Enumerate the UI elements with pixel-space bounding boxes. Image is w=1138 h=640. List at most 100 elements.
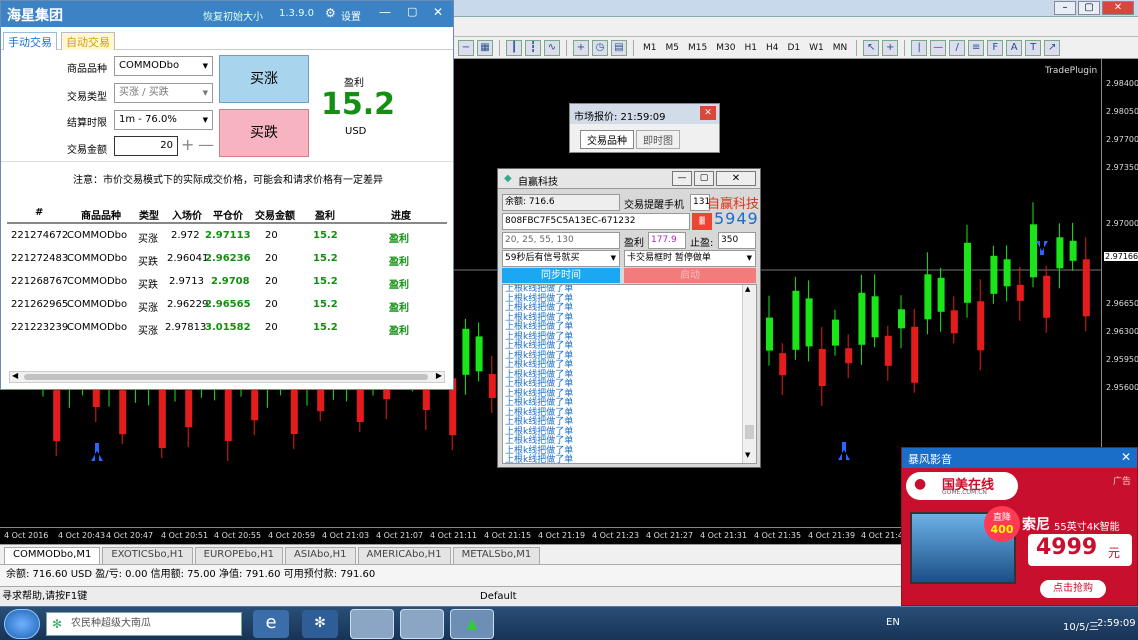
chart-tab-exoticsbo[interactable]: EXOTICSbo,H1 bbox=[102, 547, 193, 564]
timeframe-h4[interactable]: H4 bbox=[763, 43, 782, 53]
stop-profit-input[interactable]: 350 bbox=[718, 232, 756, 249]
buy-now-button[interactable]: 点击抢购 bbox=[1040, 580, 1106, 598]
timeframe-d1[interactable]: D1 bbox=[784, 43, 803, 53]
scroll-left-icon[interactable]: ◀ bbox=[12, 371, 18, 380]
buy-down-button[interactable]: 买跌 bbox=[219, 109, 309, 157]
time-label: 4 Oct 20:55 bbox=[214, 531, 262, 540]
chart-tab-commodbo[interactable]: COMMODbo,M1 bbox=[4, 547, 101, 564]
scrollbar-thumb[interactable] bbox=[24, 374, 428, 380]
tile-windows-icon[interactable]: ▦ bbox=[477, 39, 493, 56]
close-icon[interactable]: ✕ bbox=[1121, 450, 1131, 464]
discount-label: 直降 bbox=[992, 513, 1011, 523]
zoom-out-icon[interactable]: − bbox=[458, 39, 474, 56]
ad-popup[interactable]: 暴风影音 ✕ 广告 国美在线 GOME.COM.CN ● 直降 400 索尼 5… bbox=[901, 447, 1138, 606]
tool-tabs: 手动交易 自动交易 bbox=[1, 30, 453, 50]
text-icon[interactable]: A bbox=[1006, 39, 1023, 56]
minimize-icon[interactable]: — bbox=[379, 5, 391, 19]
settings-link[interactable]: 设置 bbox=[341, 8, 361, 23]
close-icon[interactable]: ✕ bbox=[433, 5, 443, 19]
tab-tick-chart[interactable]: 即时图 bbox=[636, 130, 680, 149]
horizontal-scrollbar[interactable]: ◀ ▶ bbox=[9, 371, 445, 383]
templates-icon[interactable]: ▤ bbox=[611, 39, 627, 56]
trade-type-select[interactable]: 买涨 / 买跌 ▼ bbox=[114, 83, 213, 103]
candle-body bbox=[990, 255, 998, 294]
table-row[interactable]: 221223239 COMMODbo 买涨 2.97813 3.01582 20… bbox=[7, 316, 447, 339]
timeframe-mn[interactable]: MN bbox=[830, 43, 851, 53]
timeframe-m1[interactable]: M1 bbox=[640, 43, 660, 53]
mt4-taskbar-icon[interactable]: ▲ bbox=[450, 609, 494, 639]
tab-symbols[interactable]: 交易品种 bbox=[580, 130, 634, 149]
close-icon[interactable]: ✕ bbox=[1102, 1, 1134, 15]
close-icon[interactable]: ✕ bbox=[700, 106, 716, 120]
arrows-icon[interactable]: ↗ bbox=[1044, 39, 1061, 56]
license-key-field[interactable]: 808FBC7F5C5A13EC-671232 bbox=[502, 213, 690, 230]
restore-size-link[interactable]: 恢复初始大小 bbox=[203, 8, 263, 23]
minimize-icon[interactable]: – bbox=[1054, 1, 1076, 15]
indicators-icon[interactable]: + bbox=[573, 39, 589, 56]
horizontal-line-icon[interactable]: — bbox=[930, 39, 947, 56]
tab-manual-trade[interactable]: 手动交易 bbox=[3, 32, 57, 50]
chart-tab-americabo[interactable]: AMERICAbo,H1 bbox=[357, 547, 451, 564]
crosshair-icon[interactable]: + bbox=[882, 39, 899, 56]
table-row[interactable]: 221268767 COMMODbo 买跌 2.9713 2.9708 20 1… bbox=[7, 270, 447, 293]
log-scrollbar[interactable]: ▲ ▼ bbox=[742, 285, 756, 463]
amount-input[interactable]: 20 bbox=[114, 136, 178, 156]
cursor-icon[interactable]: ↖ bbox=[863, 39, 880, 56]
baidu-icon[interactable]: ✻ bbox=[302, 610, 338, 638]
pause-select[interactable]: 卡交易框时 暂停做单 ▼ bbox=[624, 250, 756, 267]
timeframe-m30[interactable]: M30 bbox=[713, 43, 738, 53]
maximize-icon[interactable]: ▢ bbox=[1078, 1, 1100, 15]
fibonacci-icon[interactable]: F bbox=[987, 39, 1004, 56]
order-profit: 15.2 bbox=[313, 253, 338, 264]
chart-tab-asiabo[interactable]: ASIAbo,H1 bbox=[285, 547, 356, 564]
app-icon[interactable] bbox=[400, 609, 444, 639]
chart-tab-europebo[interactable]: EUROPEbo,H1 bbox=[194, 547, 283, 564]
expiry-select[interactable]: 1m - 76.0% ▼ bbox=[114, 110, 213, 130]
minus-icon[interactable]: — bbox=[198, 135, 214, 154]
vertical-line-icon[interactable]: | bbox=[911, 39, 928, 56]
start-button[interactable] bbox=[4, 609, 40, 639]
order-id: 221274672 bbox=[11, 230, 69, 241]
trendline-icon[interactable]: / bbox=[949, 39, 966, 56]
numbers-field[interactable]: 20, 25, 55, 130 bbox=[502, 232, 620, 249]
tab-auto-trade[interactable]: 自动交易 bbox=[61, 32, 115, 50]
timeframe-m5[interactable]: M5 bbox=[663, 43, 683, 53]
robot-log[interactable]: 上根k线把做了单 上根k线把做了单 上根k线把做了单 上根k线把做了单 上根k线把做了单… bbox=[502, 284, 757, 464]
buy-up-button[interactable]: 买涨 bbox=[219, 55, 309, 103]
minimize-icon[interactable]: — bbox=[672, 171, 692, 186]
log-scrollbar-thumb[interactable] bbox=[745, 425, 754, 439]
timeframe-h1[interactable]: H1 bbox=[741, 43, 760, 53]
trade-type-label: 交易类型 bbox=[67, 92, 107, 103]
scroll-up-icon[interactable]: ▲ bbox=[745, 285, 750, 293]
label-icon[interactable]: T bbox=[1025, 39, 1042, 56]
candle-chart-icon[interactable]: ┇ bbox=[525, 39, 541, 56]
line-chart-icon[interactable]: ∿ bbox=[544, 39, 560, 56]
sync-time-button[interactable]: 同步时间 bbox=[502, 268, 620, 283]
app-icon[interactable] bbox=[350, 609, 394, 639]
search-box[interactable]: 农民种超级大南瓜 bbox=[46, 612, 242, 636]
periods-icon[interactable]: ◷ bbox=[592, 39, 608, 56]
maximize-icon[interactable]: ▢ bbox=[407, 5, 417, 18]
timeframe-m15[interactable]: M15 bbox=[685, 43, 710, 53]
order-entry: 2.97813 bbox=[165, 322, 207, 333]
symbol-select[interactable]: COMMODbo ▼ bbox=[114, 56, 213, 76]
signal-select[interactable]: 59秒后有信号就买 ▼ bbox=[502, 250, 620, 267]
scroll-right-icon[interactable]: ▶ bbox=[436, 371, 442, 380]
start-button[interactable]: 启动 bbox=[624, 268, 756, 283]
bar-chart-icon[interactable]: ┃ bbox=[506, 39, 522, 56]
market-watch-window: 市场报价: 21:59:09 ✕ 交易品种 即时图 bbox=[569, 103, 720, 153]
scroll-down-icon[interactable]: ▼ bbox=[745, 451, 750, 459]
ie-icon[interactable]: e bbox=[253, 610, 289, 638]
gear-icon[interactable]: ⚙ bbox=[325, 6, 336, 20]
table-row[interactable]: 221262965 COMMODbo 买涨 2.96229 2.96565 20… bbox=[7, 293, 447, 316]
candle-body bbox=[1069, 240, 1077, 261]
language-indicator[interactable]: EN bbox=[886, 617, 900, 628]
table-row[interactable]: 221274672 COMMODbo 买涨 2.972 2.97113 20 1… bbox=[7, 224, 447, 247]
table-row[interactable]: 221272483 COMMODbo 买跌 2.96041 2.96236 20… bbox=[7, 247, 447, 270]
channel-icon[interactable]: ≡ bbox=[968, 39, 985, 56]
close-icon[interactable]: ✕ bbox=[716, 171, 756, 186]
timeframe-w1[interactable]: W1 bbox=[806, 43, 827, 53]
plus-icon[interactable]: + bbox=[181, 135, 194, 154]
maximize-icon[interactable]: ▢ bbox=[694, 171, 714, 186]
chart-tab-metalsbo[interactable]: METALSbo,M1 bbox=[452, 547, 541, 564]
